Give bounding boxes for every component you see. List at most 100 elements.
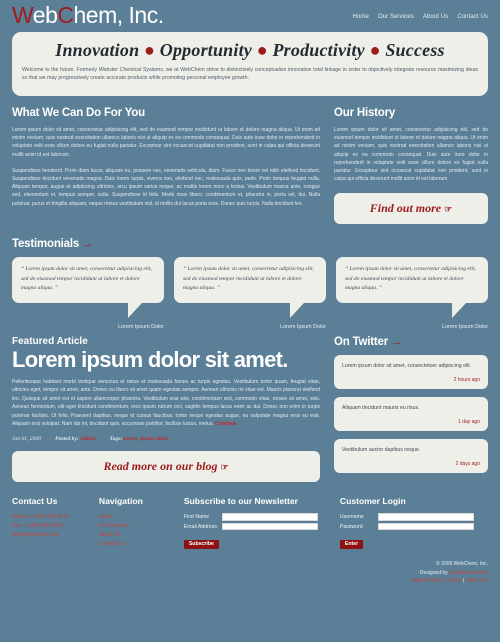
tweet-timestamp: 1 day ago <box>458 418 480 425</box>
featured-article-column: Featured Article Lorem ipsum dolor sit a… <box>12 335 320 483</box>
password-row: Password <box>339 522 488 531</box>
article-date: Jan 01, 2009 <box>12 436 42 443</box>
testimonial-quote: “ Lorem ipsum dolor sit amet, consectetu… <box>336 257 488 318</box>
primary-navigation: Home Our Services About Us Contact Us <box>353 2 488 20</box>
logo-letter-c: C <box>57 2 74 28</box>
footer-nav-item-about-us[interactable]: About Us <box>99 531 184 540</box>
footer-navigation-list: Home Our Services About Us Contact Us <box>99 513 184 548</box>
featured-article-text: Pellentesque habitant morbi tristique se… <box>12 378 320 427</box>
subscribe-button[interactable]: Subscribe <box>183 539 219 549</box>
read-more-blog-label: Read more on our blog <box>103 459 218 474</box>
pointing-hand-icon: ☞ <box>444 204 453 215</box>
username-row: Username <box>340 513 488 521</box>
services-paragraph-2: Suspendisse hendrerit. Proin diam lacus,… <box>12 167 320 207</box>
site-logo[interactable]: WebChem, Inc. <box>12 2 164 28</box>
testimonials-heading-label: Testimonials <box>12 238 80 251</box>
designer-link[interactable]: Creative Liberties <box>449 570 488 576</box>
testimonial-item: “ Lorem ipsum dolor sit amet, consectetu… <box>174 257 326 330</box>
valid-css-link[interactable]: Valid CSS <box>466 578 488 584</box>
footer-nav-item-our-services[interactable]: Our Services <box>99 522 184 531</box>
nav-item-our-services[interactable]: Our Services <box>378 14 414 20</box>
footer-navigation-column: Navigation Home Our Services About Us Co… <box>99 496 184 550</box>
tweet-text: Aliquam tincidunt mauris eu risus. <box>342 404 420 411</box>
featured-article-kicker: Featured Article <box>12 335 88 347</box>
nav-item-home[interactable]: Home <box>353 14 369 20</box>
find-out-more-button[interactable]: Find out more ☞ <box>334 193 488 225</box>
featured-article-title[interactable]: Lorem ipsum dolor sit amet. <box>12 347 320 372</box>
testimonial-item: “ Lorem ipsum dolor sit amet, consectetu… <box>12 257 164 330</box>
featured-article-body: Pellentesque habitant morbi tristique se… <box>12 378 320 428</box>
tweet-item[interactable]: Aliquam tincidunt mauris eu risus. 1 day… <box>334 396 488 431</box>
tweet-timestamp: 2 days ago <box>455 460 480 467</box>
copyright-line: © 2009 WebChem, Inc. <box>436 561 488 568</box>
bullet-dot-icon: ● <box>143 40 156 60</box>
tweet-text: Lorem ipsum dolor sit amet, consectetuer… <box>342 362 472 369</box>
history-heading: Our History <box>334 107 396 119</box>
history-column: Our History Lorem ipsum dolor sit amet, … <box>334 107 488 225</box>
first-name-row: First Name <box>184 513 340 521</box>
footer-contact-heading: Contact Us <box>12 496 58 507</box>
arrow-right-icon: → <box>82 238 93 251</box>
footer-contact-column: Contact Us Phone: +1 800 555 3072 Fax: +… <box>12 496 99 550</box>
tagline-word-1: Innovation <box>55 40 140 60</box>
twitter-column: On Twitter → Lorem ipsum dolor sit amet, … <box>334 336 488 482</box>
first-name-label: First Name <box>183 514 210 521</box>
testimonial-author: Lorem Ipsum Dolor <box>118 323 164 330</box>
continue-link[interactable]: Continue → <box>215 421 243 427</box>
designed-by-line: Designed by Creative Liberties <box>12 569 488 577</box>
footer-nav-item-contact-us[interactable]: Contact Us <box>99 540 184 549</box>
footer-fax: Fax: +1 800 555 4328 <box>12 522 63 529</box>
welcome-paragraph: Welcome to the future. Formerly Webster … <box>22 66 478 83</box>
arrow-right-icon: → <box>391 335 402 348</box>
testimonial-author: Lorem Ipsum Dolor <box>442 323 488 330</box>
article-meta: Jan 01, 2009 Posted by: Admin Tags: lore… <box>12 436 320 442</box>
masthead: WebChem, Inc. Home Our Services About Us… <box>12 0 488 28</box>
testimonials-row: “ Lorem ipsum dolor sit amet, consectetu… <box>12 257 488 330</box>
tagline-word-4: Success <box>385 40 445 60</box>
designed-by-label: Designed by <box>419 569 450 576</box>
services-paragraph-1: Lorem ipsum dolor sit amet, consectetur … <box>12 127 320 158</box>
posted-by-label: Posted by: <box>55 436 79 443</box>
tweet-item[interactable]: Vestibulum auctor dapibus neque. 2 days … <box>334 438 488 473</box>
article-author-link[interactable]: Admin <box>80 436 96 442</box>
read-more-blog-button[interactable]: Read more on our blog ☞ <box>12 451 320 483</box>
valid-xhtml-link[interactable]: Valid XHTML 1.0 Strict <box>411 578 461 584</box>
username-input[interactable] <box>377 513 474 521</box>
footer-email[interactable]: info@webchem.com <box>12 531 99 540</box>
footer-phone: Phone: +1 800 555 3072 <box>12 514 69 521</box>
find-out-more-label: Find out more <box>369 201 442 216</box>
tweet-item[interactable]: Lorem ipsum dolor sit amet, consectetuer… <box>334 354 488 389</box>
colophon: © 2009 WebChem, Inc. Designed by Creativ… <box>12 550 488 585</box>
password-input[interactable] <box>377 522 474 531</box>
password-label: Password <box>339 523 363 530</box>
logo-letter-w: W <box>12 2 33 28</box>
footer-nav-item-home[interactable]: Home <box>99 513 184 522</box>
nav-item-contact-us[interactable]: Contact Us <box>457 14 488 20</box>
logo-text-rest: hem, Inc. <box>73 2 165 28</box>
article-author-group: Posted by: Admin <box>55 436 96 442</box>
bullet-dot-icon: ● <box>256 40 268 60</box>
tagline: Innovation ● Opportunity ● Productivity … <box>22 39 478 61</box>
first-name-input[interactable] <box>221 513 318 521</box>
newsletter-heading: Subscribe to our Newsletter <box>183 496 298 507</box>
pointing-hand-icon: ☞ <box>220 462 229 473</box>
history-paragraph: Lorem ipsum dolor sit amet, consectetur … <box>334 127 488 183</box>
testimonials-section: Testimonials → “ Lorem ipsum dolor sit am… <box>12 238 488 330</box>
featured-columns: Featured Article Lorem ipsum dolor sit a… <box>12 335 488 483</box>
twitter-heading-label: On Twitter <box>334 335 389 348</box>
logo-text-eb: eb <box>32 2 58 28</box>
testimonials-heading: Testimonials → <box>12 238 488 250</box>
welcome-former-name: Webster Chemical Systems <box>98 67 163 73</box>
nav-item-about-us[interactable]: About Us <box>423 14 448 20</box>
email-address-input[interactable] <box>221 522 318 531</box>
bullet-dot-icon: ● <box>369 40 381 60</box>
article-tags-group: Tags: lorem, ipsum, dolor <box>110 436 169 442</box>
article-tags-link[interactable]: lorem, ipsum, dolor <box>124 436 169 442</box>
testimonial-item: “ Lorem ipsum dolor sit amet, consectetu… <box>336 257 488 330</box>
email-address-label: Email Address <box>183 523 217 530</box>
testimonial-author: Lorem Ipsum Dolor <box>280 323 326 330</box>
tagline-banner: Innovation ● Opportunity ● Productivity … <box>12 32 488 96</box>
twitter-heading: On Twitter → <box>334 336 488 348</box>
enter-button[interactable]: Enter <box>339 539 364 549</box>
email-address-row: Email Address <box>183 522 340 531</box>
